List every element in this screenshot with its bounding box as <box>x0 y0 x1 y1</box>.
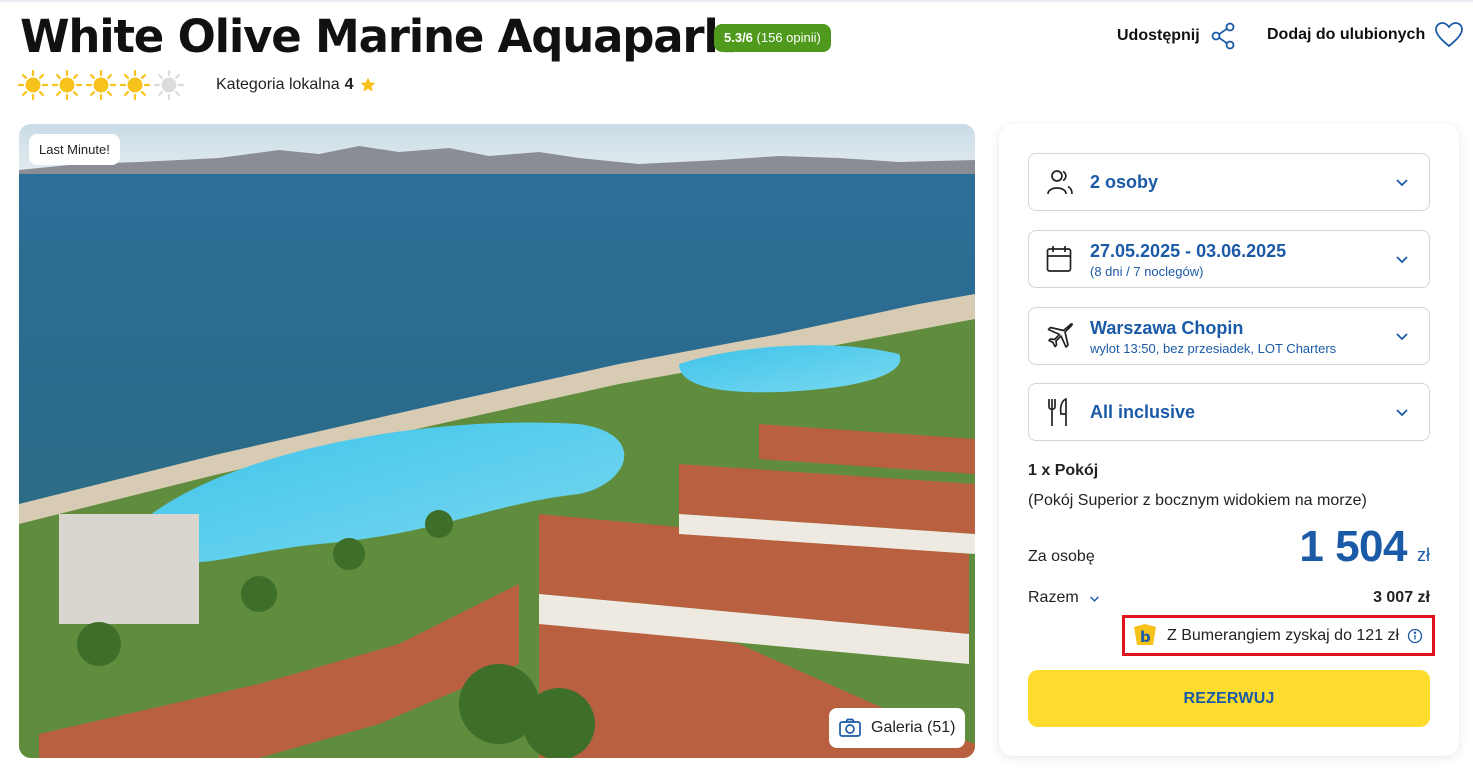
chevron-down-icon <box>1396 179 1408 187</box>
total-value: 3 007 zł <box>1373 589 1430 606</box>
plane-icon <box>1047 323 1073 348</box>
cutlery-icon <box>1048 398 1067 426</box>
sun-icon <box>18 70 48 100</box>
chevron-down-icon <box>1089 595 1099 602</box>
favorite-button[interactable]: Dodaj do ulubionych <box>1267 22 1464 48</box>
people-icon <box>1047 170 1073 195</box>
local-category-value: 4 <box>344 76 354 93</box>
last-minute-badge: Last Minute! <box>29 134 120 165</box>
departure-sub: wylot 13:50, bez przesiadek, LOT Charter… <box>1090 341 1337 356</box>
hotel-photo[interactable] <box>19 124 975 758</box>
dates-sub: (8 dni / 7 noclegów) <box>1090 264 1204 279</box>
sun-icon <box>120 70 150 100</box>
board-value: All inclusive <box>1090 402 1196 422</box>
rating-count: (156 opinii) <box>756 30 821 45</box>
resort-aerial-image <box>19 124 975 758</box>
dates-select[interactable]: 27.05.2025 - 03.06.2025 (8 dni / 7 nocle… <box>1028 230 1430 288</box>
chevron-down-icon <box>1396 409 1408 417</box>
calendar-icon <box>1046 246 1072 272</box>
per-person-label: Za osobę <box>1028 548 1095 565</box>
bumerang-logo-icon: b <box>1134 623 1156 646</box>
sun-icon <box>86 70 116 100</box>
svg-text:b: b <box>1140 628 1151 646</box>
price-currency: zł <box>1417 545 1430 565</box>
top-divider <box>0 0 1473 2</box>
chevron-down-icon <box>1396 333 1408 341</box>
total-label: Razem <box>1028 589 1079 606</box>
bumerang-text: Z Bumerangiem zyskaj do 121 zł <box>1167 626 1400 644</box>
chevron-down-icon <box>1396 256 1408 264</box>
rating-score: 5.3/6 <box>724 30 753 45</box>
reserve-button[interactable]: REZERWUJ <box>1028 670 1430 727</box>
rating-badge[interactable]: 5.3/6 (156 opinii) <box>714 24 831 52</box>
sun-icon <box>52 70 82 100</box>
board-select[interactable]: All inclusive <box>1028 383 1430 441</box>
price-value: 1 504 <box>1299 522 1407 571</box>
star-icon <box>360 77 376 92</box>
departure-select[interactable]: Warszawa Chopin wylot 13:50, bez przesia… <box>1028 307 1430 365</box>
travellers-value: 2 osoby <box>1090 172 1159 192</box>
local-category-label: Kategoria lokalna <box>216 76 340 93</box>
page-title: White Olive Marine Aquapark <box>20 10 733 63</box>
price-per-person: 1 504 zł <box>1299 522 1430 572</box>
share-icon <box>1211 22 1235 50</box>
travellers-select[interactable]: 2 osoby <box>1028 153 1430 211</box>
dates-value: 27.05.2025 - 03.06.2025 <box>1090 241 1287 261</box>
share-button[interactable]: Udostępnij <box>1117 22 1236 50</box>
total-toggle[interactable]: Razem <box>1028 589 1100 607</box>
sun-icon <box>154 70 184 100</box>
share-label: Udostępnij <box>1117 27 1200 44</box>
room-type: (Pokój Superior z bocznym widokiem na mo… <box>1028 492 1367 509</box>
room-count: 1 x Pokój <box>1028 462 1099 479</box>
sun-rating <box>18 70 184 102</box>
bumerang-offer[interactable]: b Z Bumerangiem zyskaj do 121 zł <box>1122 615 1435 656</box>
gallery-label: Galeria (51) <box>871 719 956 736</box>
heart-icon <box>1435 22 1464 48</box>
favorite-label: Dodaj do ulubionych <box>1267 26 1426 43</box>
gallery-button[interactable]: Galeria (51) <box>829 708 966 748</box>
departure-value: Warszawa Chopin <box>1090 318 1244 338</box>
camera-icon <box>839 718 861 737</box>
local-category: Kategoria lokalna 4 <box>216 76 377 94</box>
info-icon[interactable] <box>1407 628 1423 644</box>
